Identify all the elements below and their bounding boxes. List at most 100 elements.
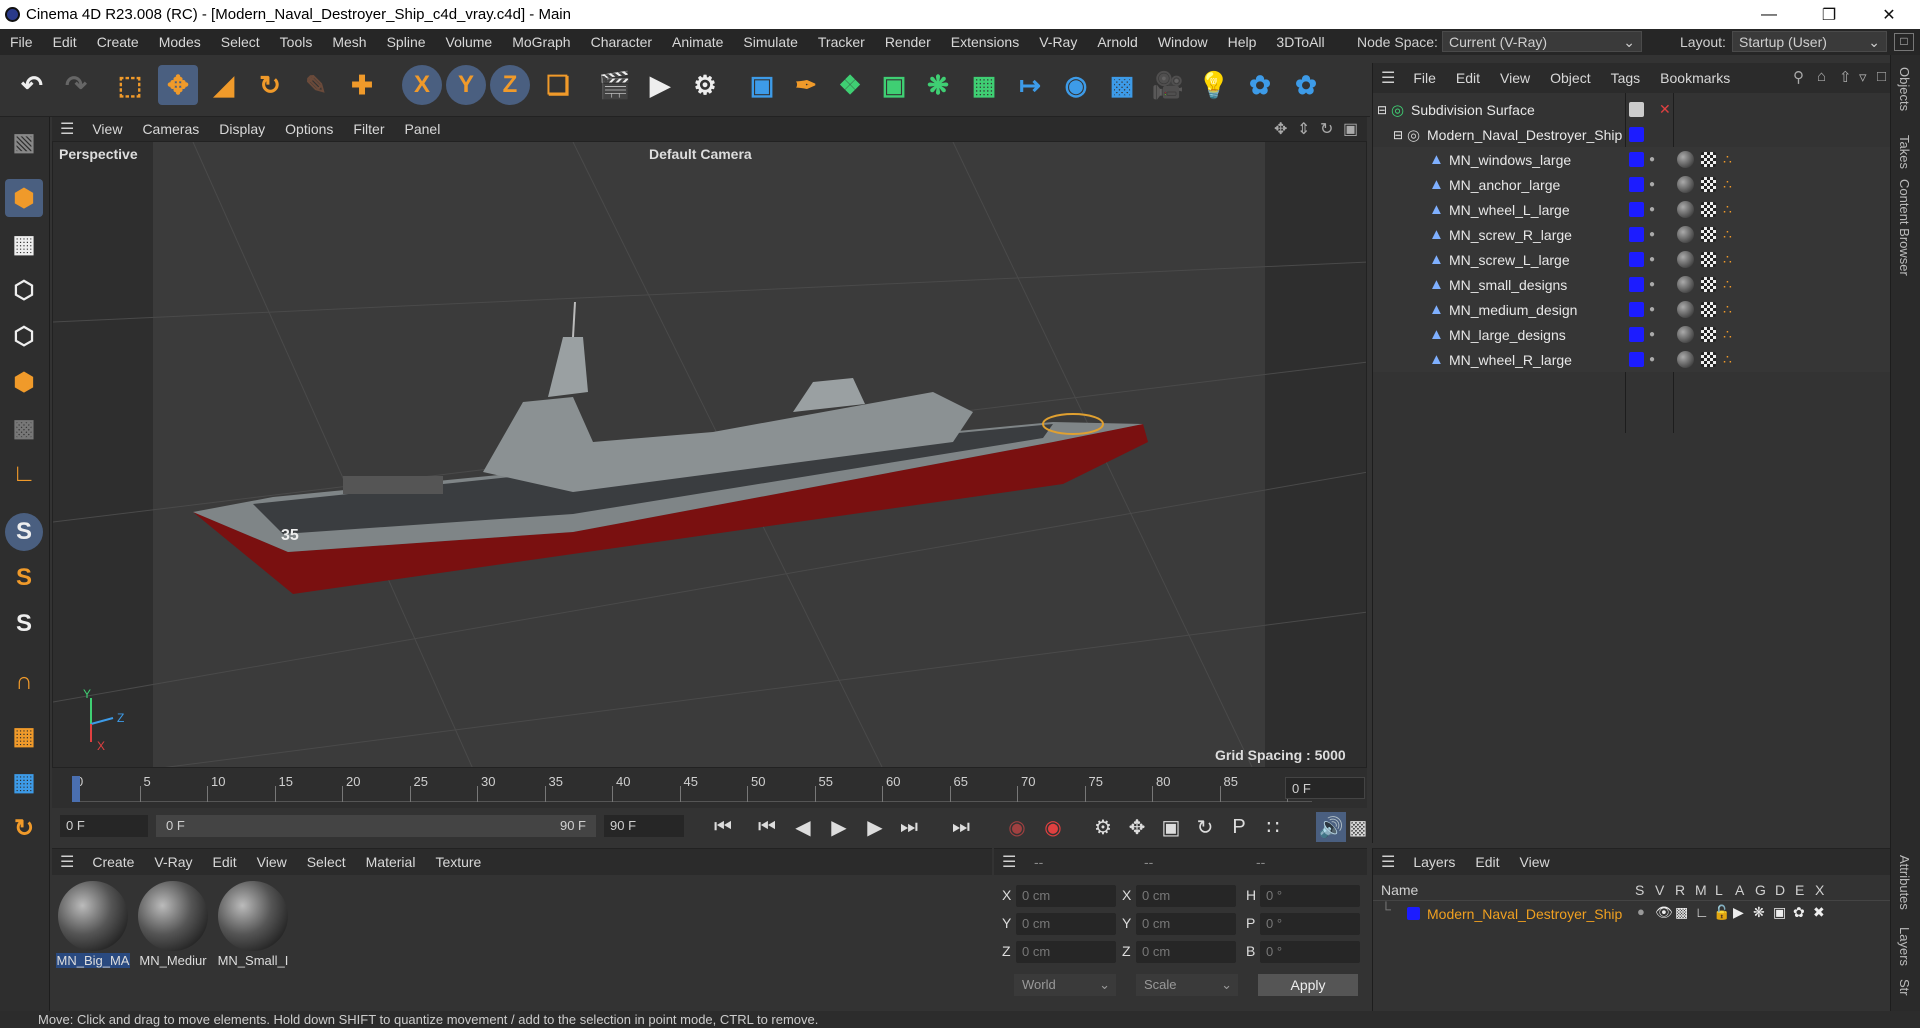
redo-icon[interactable]: ↷ [56, 65, 96, 105]
layer-name[interactable]: Modern_Naval_Destroyer_Ship [1427, 906, 1622, 922]
material-menu-v-ray[interactable]: V-Ray [144, 854, 202, 870]
tab-attributes[interactable]: Attributes [1897, 855, 1912, 910]
hamburger-icon[interactable]: ☰ [60, 119, 74, 139]
layer-tag-icon[interactable] [1629, 177, 1644, 192]
destroyer-ship-model[interactable] [193, 301, 1148, 594]
object-row-child[interactable]: ▲ MN_wheel_R_large ● ∴ [1373, 347, 1891, 372]
object-name[interactable]: MN_medium_design [1449, 302, 1577, 318]
perspective-viewport[interactable]: 35 Y Z X Perspective Default Camera Grid… [52, 141, 1367, 768]
visibility-dots-icon[interactable]: ● [1649, 354, 1655, 365]
floor-object-icon[interactable]: ▩ [1102, 65, 1142, 105]
layer-color-swatch[interactable] [1407, 907, 1420, 920]
playhead[interactable] [72, 776, 80, 802]
object-row-child[interactable]: ▲ MN_screw_R_large ● ∴ [1373, 222, 1891, 247]
timeline-ruler[interactable]: 051015202530354045505560657075808590 0 F [52, 768, 1367, 808]
vray-material-tag-icon[interactable] [1677, 326, 1694, 343]
object-name[interactable]: MN_wheel_L_large [1449, 202, 1570, 218]
material-menu-select[interactable]: Select [297, 854, 356, 870]
viewport-menu-display[interactable]: Display [209, 121, 275, 137]
locked-workplane-icon[interactable]: ▦ [5, 763, 43, 801]
menu-render[interactable]: Render [875, 34, 941, 50]
vray-material-tag-icon[interactable] [1677, 276, 1694, 293]
expand-icon[interactable]: ⊟ [1377, 103, 1387, 117]
new-window-icon[interactable]: □ [1877, 68, 1886, 85]
menu-volume[interactable]: Volume [436, 34, 503, 50]
animation-icon[interactable]: ▶ [1733, 904, 1744, 921]
menu-create[interactable]: Create [87, 34, 149, 50]
menu-extensions[interactable]: Extensions [941, 34, 1029, 50]
current-frame-field[interactable]: 0 F [1285, 777, 1365, 799]
visibility-dots-icon[interactable]: ● [1649, 179, 1655, 190]
search-icon[interactable]: ⚲ [1793, 68, 1804, 86]
render-to-picture-viewer-icon[interactable]: ▶ [640, 65, 680, 105]
vray-tag-icon[interactable]: ∴ [1723, 201, 1732, 218]
object-name[interactable]: MN_screw_L_large [1449, 252, 1570, 268]
undo-icon[interactable]: ↶ [12, 65, 52, 105]
vray-tag-icon[interactable]: ∴ [1723, 301, 1732, 318]
go-to-start-icon[interactable]: ⏮ [708, 812, 738, 842]
material-menu-view[interactable]: View [247, 854, 297, 870]
render-view-icon[interactable]: 🎬 [595, 65, 635, 105]
menu-mograph[interactable]: MoGraph [502, 34, 580, 50]
vray-material-tag-icon[interactable] [1677, 251, 1694, 268]
xref-icon[interactable]: ✖ [1813, 904, 1825, 921]
vray-material-tag-icon[interactable] [1677, 151, 1694, 168]
field-icon[interactable]: ◉ [1056, 65, 1096, 105]
menu-edit[interactable]: Edit [43, 34, 87, 50]
make-editable-icon[interactable]: ▧ [5, 123, 43, 161]
end-frame-field[interactable]: 90 F [604, 815, 684, 837]
y-axis-lock-icon[interactable]: Y [446, 65, 486, 105]
key-parameter-icon[interactable]: P [1224, 812, 1254, 842]
coord-field[interactable]: 0 ° [1260, 941, 1360, 963]
vray-tag-icon[interactable]: ∴ [1723, 226, 1732, 243]
menu-3dtoall[interactable]: 3DToAll [1266, 34, 1334, 50]
object-name[interactable]: MN_small_designs [1449, 277, 1567, 293]
vray-material-tag-icon[interactable] [1677, 351, 1694, 368]
menu-v-ray[interactable]: V-Ray [1029, 34, 1087, 50]
light-object-icon[interactable]: 💡 [1194, 65, 1234, 105]
viewport-menu-panel[interactable]: Panel [395, 121, 451, 137]
expression-icon[interactable]: ✿ [1793, 904, 1805, 921]
layer-tag-icon[interactable] [1629, 227, 1644, 242]
orbit-view-icon[interactable]: ↻ [1320, 119, 1333, 139]
maximize-view-icon[interactable]: ▣ [1343, 119, 1358, 139]
solo-hierarchy-icon[interactable]: S [5, 605, 43, 643]
object-row-child[interactable]: ▲ MN_anchor_large ● ∴ [1373, 172, 1891, 197]
texture-tag-icon[interactable] [1701, 177, 1716, 192]
menu-simulate[interactable]: Simulate [733, 34, 807, 50]
object-row-child[interactable]: ▲ MN_medium_design ● ∴ [1373, 297, 1891, 322]
coord-field[interactable]: 0 cm [1136, 885, 1236, 907]
coord-field[interactable]: 0 ° [1260, 885, 1360, 907]
uv-mode-icon[interactable]: ▩ [5, 409, 43, 447]
play-icon[interactable]: ▶ [824, 812, 854, 842]
vray-tag-icon[interactable]: ∴ [1723, 326, 1732, 343]
deformer-icon[interactable]: ▣ [1773, 904, 1786, 921]
menu-character[interactable]: Character [581, 34, 662, 50]
menu-mesh[interactable]: Mesh [322, 34, 376, 50]
layer-tag-icon[interactable] [1629, 252, 1644, 267]
menu-arnold[interactable]: Arnold [1087, 34, 1147, 50]
visibility-dots-icon[interactable]: ● [1649, 229, 1655, 240]
coord-field[interactable]: 0 cm [1016, 885, 1116, 907]
vray-material-tag-icon[interactable] [1677, 226, 1694, 243]
tab-structure[interactable]: Str [1897, 979, 1912, 996]
visible-eye-icon[interactable]: 👁 [1655, 904, 1673, 921]
key-pla-icon[interactable]: ∷ [1258, 812, 1288, 842]
object-name[interactable]: MN_screw_R_large [1449, 227, 1572, 243]
up-arrow-icon[interactable]: ⇧ [1839, 68, 1852, 86]
transform-tool-icon[interactable]: ✚ [342, 65, 382, 105]
python-generator-icon[interactable]: ✿ [1286, 65, 1326, 105]
object-menu-object[interactable]: Object [1540, 70, 1600, 86]
go-to-end-icon[interactable]: ⏭ [946, 812, 976, 842]
layer-menu-view[interactable]: View [1510, 854, 1560, 870]
object-name[interactable]: MN_windows_large [1449, 152, 1571, 168]
object-menu-tags[interactable]: Tags [1601, 70, 1651, 86]
object-row-child[interactable]: ▲ MN_small_designs ● ∴ [1373, 272, 1891, 297]
tab-objects[interactable]: Objects [1897, 67, 1912, 111]
python-icon[interactable]: ✿ [1240, 65, 1280, 105]
frame-ruler[interactable]: 051015202530354045505560657075808590 [72, 774, 1312, 802]
texture-tag-icon[interactable] [1701, 202, 1716, 217]
layer-tag-icon[interactable] [1629, 302, 1644, 317]
autokey-icon[interactable]: ◉ [1002, 812, 1032, 842]
material-menu-material[interactable]: Material [356, 854, 426, 870]
